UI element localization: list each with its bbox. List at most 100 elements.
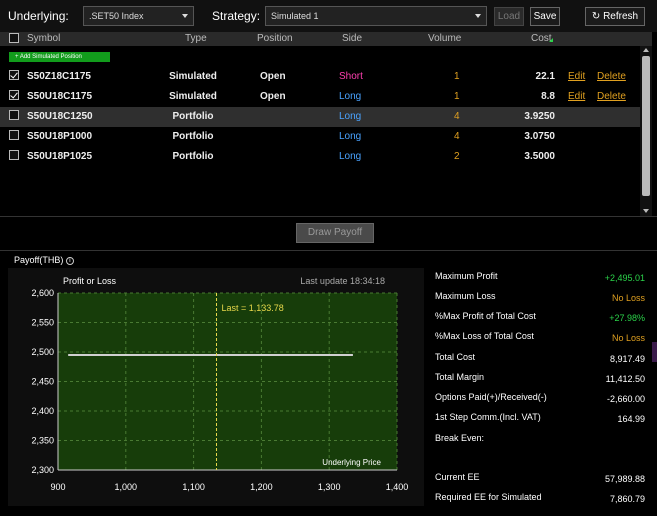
stat-value: +2,495.01 — [604, 273, 645, 283]
row-cost: 22.1 — [535, 71, 555, 82]
add-simulated-position-button[interactable]: + Add Simulated Position — [9, 52, 110, 62]
chart-title: Profit or Loss — [63, 276, 117, 286]
y-tick-label: 2,550 — [31, 318, 54, 328]
table-header: Symbol Type Position Side Volume Cost — [0, 32, 652, 46]
row-position: Open — [260, 71, 286, 82]
last-price-label: Last = 1,133.78 — [222, 303, 284, 313]
row-symbol: S50U18C1250 — [27, 111, 93, 122]
row-symbol: S50Z18C1175 — [27, 71, 91, 82]
stat-label: 1st Step Comm.(Incl. VAT) — [435, 412, 541, 422]
payoff-title-text: Payoff(THB) — [14, 255, 64, 265]
header-position[interactable]: Position — [257, 33, 293, 44]
load-button[interactable]: Load — [494, 7, 524, 26]
y-tick-label: 2,350 — [31, 436, 54, 446]
row-symbol: S50U18P1000 — [27, 131, 93, 142]
stat-value: 57,989.88 — [604, 474, 645, 484]
underlying-value: .SET50 Index — [89, 11, 144, 21]
stat-label: Current EE — [435, 472, 480, 482]
stat-row: Required EE for Simulated 7,860.79 — [433, 489, 648, 509]
chevron-down-icon — [475, 14, 481, 18]
info-icon[interactable]: i — [65, 256, 74, 265]
underlying-label: Underlying: — [8, 9, 69, 23]
stat-row: 1st Step Comm.(Incl. VAT) 164.99 — [433, 409, 648, 429]
stat-label: Total Cost — [435, 352, 476, 362]
draw-payoff-button[interactable]: Draw Payoff — [296, 223, 374, 243]
header-symbol[interactable]: Symbol — [27, 33, 60, 44]
stat-value: 7,860.79 — [609, 494, 645, 504]
row-volume: 4 — [454, 111, 460, 122]
stat-row: %Max Profit of Total Cost +27.98% — [433, 308, 648, 328]
row-side: Long — [339, 131, 362, 142]
row-type: Portfolio — [172, 151, 214, 162]
scroll-up-icon[interactable] — [643, 48, 649, 52]
row-cost: 3.0750 — [524, 131, 555, 142]
stat-row: Options Paid(+)/Received(-) -2,660.00 — [433, 389, 648, 409]
y-tick-label: 2,400 — [31, 406, 54, 416]
delete-link[interactable]: Delete — [597, 91, 626, 102]
scroll-thumb[interactable] — [642, 56, 650, 196]
stat-row: Current EE 57,989.88 — [433, 469, 648, 489]
row-side: Long — [339, 151, 362, 162]
divider — [0, 250, 657, 251]
row-checkbox[interactable] — [9, 70, 19, 80]
table-row[interactable]: S50U18P1000 Portfolio Long 4 3.0750 — [0, 127, 652, 147]
row-volume: 1 — [454, 91, 460, 102]
strategy-select[interactable]: Simulated 1 — [265, 6, 487, 26]
table-row[interactable]: S50U18C1250 Portfolio Long 4 3.9250 — [0, 107, 652, 127]
refresh-button[interactable]: ↻ Refresh — [585, 7, 645, 26]
x-tick-label: 1,100 — [182, 482, 205, 492]
row-checkbox[interactable] — [9, 90, 19, 100]
stat-row — [433, 450, 648, 470]
x-tick-label: 1,000 — [115, 482, 138, 492]
stat-value: 11,412.50 — [605, 374, 645, 384]
y-tick-label: 2,500 — [31, 347, 54, 357]
header-volume[interactable]: Volume — [428, 33, 461, 44]
select-all-checkbox[interactable] — [9, 33, 19, 43]
stat-row: %Max Loss of Total Cost No Loss — [433, 328, 648, 348]
edit-link[interactable]: Edit — [568, 71, 585, 82]
stat-label: Required EE for Simulated — [435, 492, 542, 502]
row-type: Simulated — [169, 91, 217, 102]
row-side: Short — [339, 71, 363, 82]
table-row[interactable]: S50U18P1025 Portfolio Long 2 3.5000 — [0, 147, 652, 167]
row-volume: 4 — [454, 131, 460, 142]
stat-row: Total Margin 11,412.50 — [433, 369, 648, 389]
table-scrollbar[interactable] — [640, 46, 652, 216]
stat-value: No Loss — [611, 333, 645, 343]
delete-link[interactable]: Delete — [597, 71, 626, 82]
stat-label: Options Paid(+)/Received(-) — [435, 392, 547, 402]
save-button[interactable]: Save — [530, 7, 560, 26]
stat-label: %Max Loss of Total Cost — [435, 331, 534, 341]
stat-label: Maximum Loss — [435, 291, 496, 301]
row-checkbox[interactable] — [9, 130, 19, 140]
row-cost: 8.8 — [541, 91, 555, 102]
y-tick-label: 2,600 — [31, 288, 54, 298]
payoff-chart-svg: 2,600 2,550 2,500 2,450 2,400 2,350 2,300 900 1,… — [31, 276, 409, 492]
underlying-select[interactable]: .SET50 Index — [83, 6, 194, 26]
row-position: Open — [260, 91, 286, 102]
row-type: Portfolio — [172, 131, 214, 142]
stat-row: Break Even: — [433, 430, 648, 450]
row-cost: 3.9250 — [524, 111, 555, 122]
stat-value: -2,660.00 — [606, 394, 645, 404]
divider — [0, 216, 657, 217]
y-tick-label: 2,300 — [31, 465, 54, 475]
chevron-down-icon — [182, 14, 188, 18]
payoff-title: Payoff(THB) i — [14, 255, 74, 265]
row-symbol: S50U18C1175 — [27, 91, 93, 102]
strategy-label: Strategy: — [212, 9, 261, 23]
header-side[interactable]: Side — [342, 33, 362, 44]
x-tick-label: 1,300 — [318, 482, 341, 492]
scroll-down-icon[interactable] — [643, 209, 649, 213]
edit-link[interactable]: Edit — [568, 91, 585, 102]
table-row[interactable]: S50U18C1175 Simulated Open Long 1 8.8 Ed… — [0, 87, 652, 107]
row-cost: 3.5000 — [524, 151, 555, 162]
row-checkbox[interactable] — [9, 150, 19, 160]
row-checkbox[interactable] — [9, 110, 19, 120]
table-row[interactable]: S50Z18C1175 Simulated Open Short 1 22.1 … — [0, 67, 652, 87]
toolbar: Underlying: .SET50 Index Strategy: Simul… — [0, 0, 657, 32]
x-tick-label: 1,400 — [386, 482, 409, 492]
header-type[interactable]: Type — [185, 33, 207, 44]
x-tick-label: 900 — [50, 482, 65, 492]
row-side: Long — [339, 91, 362, 102]
